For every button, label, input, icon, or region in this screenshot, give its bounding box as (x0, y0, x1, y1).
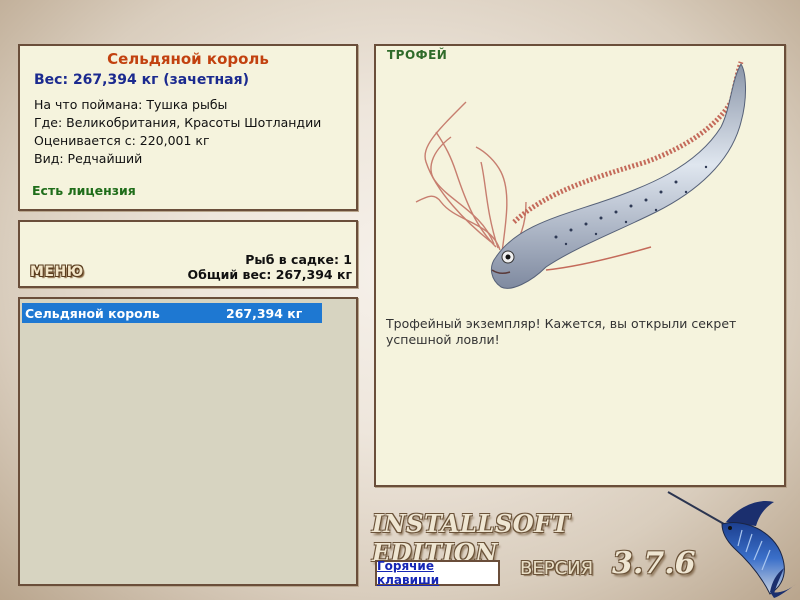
trophy-description: Трофейный экземпляр! Кажется, вы открыли… (386, 316, 737, 347)
marlin-logo-icon (667, 491, 796, 598)
trophy-panel: ТРОФЕЙ Трофейный экземпляр! Кажется, вы … (374, 44, 786, 487)
list-item-name: Сельдяной король (25, 305, 160, 321)
hotkeys-button[interactable]: Горячие клавиши (375, 559, 500, 587)
fish-weight: Вес: 267,394 кг (зачетная) (34, 72, 249, 88)
keepnet-panel: МЕНЮ Рыб в садке: 1 Общий вес: 267,394 к… (18, 220, 358, 288)
location-line: Где: Великобритания, Красоты Шотландии (34, 115, 322, 130)
keepnet-total-weight: Общий вес: 267,394 кг (187, 267, 353, 282)
fish-info-panel: Сельдяной король Вес: 267,394 кг (зачетн… (18, 44, 358, 211)
oarfish-image (415, 61, 746, 289)
version-label: ВЕРСИЯ (520, 558, 594, 579)
catch-list[interactable]: Сельдяной король 267,394 кг (18, 297, 358, 586)
fish-name: Сельдяной король (107, 50, 269, 68)
menu-button[interactable]: МЕНЮ (30, 264, 84, 280)
list-item-weight: 267,394 кг (226, 305, 303, 321)
fish-details: На что поймана: Тушка рыбы Где: Великобр… (34, 96, 321, 168)
rarity-line: Вид: Редчайший (34, 151, 143, 166)
keepnet-count: Рыб в садке: 1 (245, 252, 352, 267)
keepnet-stats: Рыб в садке: 1 Общий вес: 267,394 кг (188, 252, 353, 282)
license-status: Есть лицензия (32, 183, 136, 198)
list-item[interactable]: Сельдяной король 267,394 кг (22, 303, 322, 323)
valued-line: Оценивается с: 220,001 кг (34, 133, 210, 148)
bait-line: На что поймана: Тушка рыбы (34, 97, 228, 112)
